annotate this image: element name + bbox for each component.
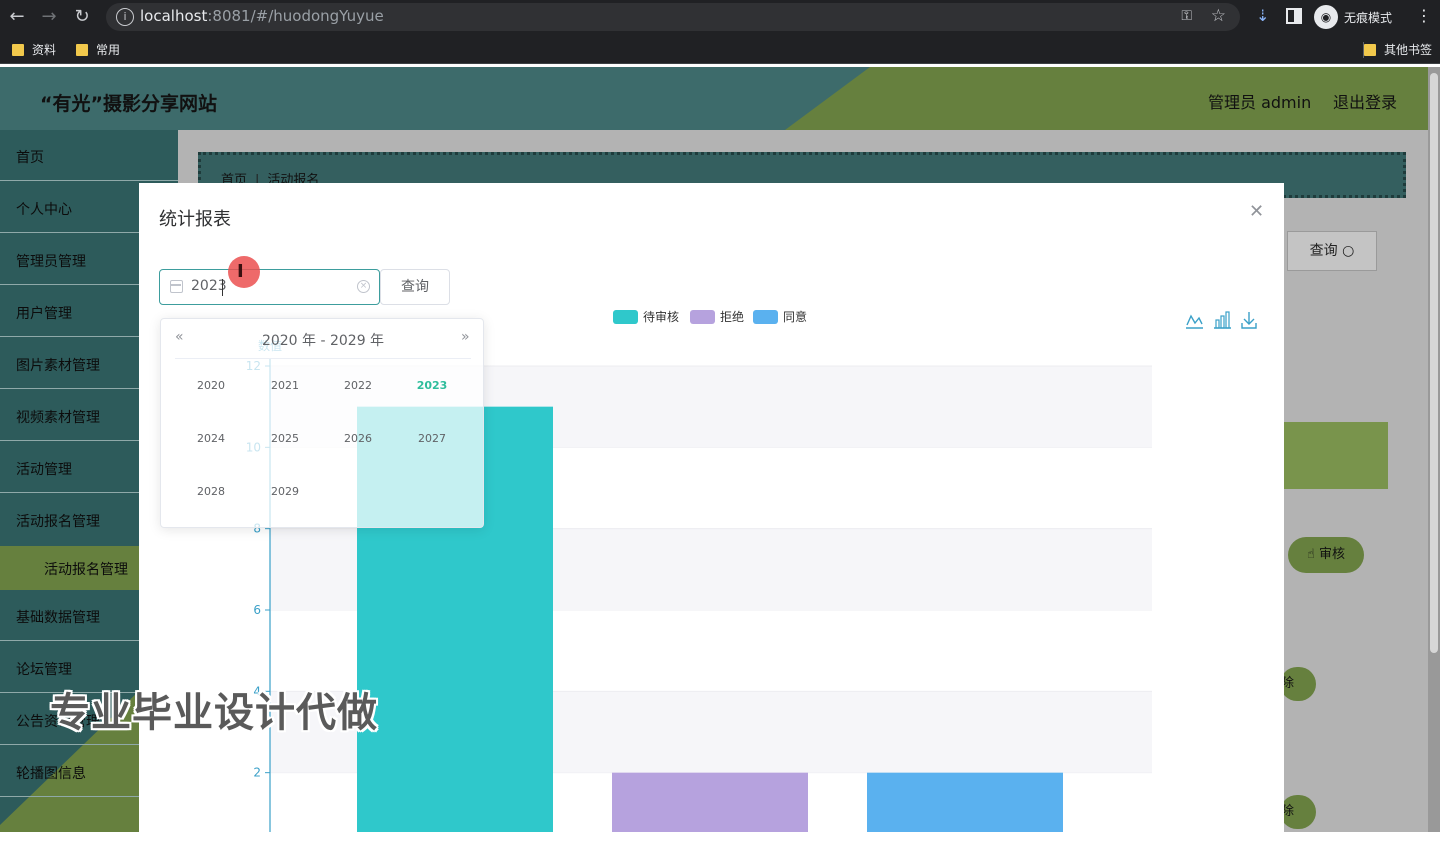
key-icon[interactable]: ⚿ [1181,8,1192,24]
year-cell[interactable]: 2024 [181,432,241,445]
forward-arrow-icon[interactable]: → [38,6,60,28]
year-cell[interactable]: 2026 [328,432,388,445]
delete-button[interactable]: 删除 [1280,667,1316,701]
incognito-label: 无痕模式 [1344,11,1393,25]
incognito-icon[interactable]: ◉ [1314,5,1338,29]
year-picker-input[interactable]: 2023 × [159,269,380,305]
text-cursor-icon: I [237,261,244,282]
calendar-icon [170,280,183,293]
next-decade-icon[interactable]: » [461,329,470,345]
url-text: localhost:8081/#/huodongYuyue [140,7,384,25]
current-user: 管理员 admin [1208,93,1312,112]
audit-button[interactable]: ☝ 审核 [1288,537,1364,573]
search-icon: ○ [1342,243,1355,259]
search-button[interactable]: 查询 [380,269,450,305]
folder-icon [76,44,88,56]
extension-download-icon[interactable]: ⇣ [1256,6,1269,25]
year-cell[interactable]: 2027 [402,432,462,445]
logout-link[interactable]: 退出登录 [1333,89,1397,113]
thumb-icon: ☝ [1306,547,1315,562]
back-arrow-icon[interactable]: ← [6,6,28,28]
sidebar-item-home[interactable]: 首页 [0,130,178,181]
close-icon[interactable]: ✕ [1249,201,1264,222]
year-cell[interactable]: 2029 [255,485,315,498]
browser-toolbar: ← → ↻ i localhost:8081/#/huodongYuyue ⚿ … [0,0,1440,34]
year-picker-panel: « 2020 年 - 2029 年 » 2020 2021 2022 2023 2024… [160,318,484,528]
dialog-title: 统计报表 [159,209,231,230]
year-cell[interactable]: 2028 [181,485,241,498]
other-bookmarks[interactable]: 其他书签 [1364,41,1432,58]
page-scrollbar[interactable] [1428,67,1440,832]
menu-icon[interactable]: ⋮ [1416,6,1432,25]
bookmarks-bar: 资料 常用 其他书签 [0,34,1440,64]
year-cell[interactable]: 2025 [255,432,315,445]
folder-icon [12,44,24,56]
decade-label: 2020 年 - 2029 年 [261,333,385,349]
clear-icon[interactable]: × [357,280,370,293]
side-panel-icon[interactable] [1286,8,1302,24]
info-icon[interactable]: i [116,8,134,26]
site-title: “有光”摄影分享网站 [40,93,217,115]
bookmark-folder[interactable]: 常用 [76,41,120,58]
reload-icon[interactable]: ↻ [71,6,93,28]
star-icon[interactable]: ☆ [1211,6,1226,26]
cursor-indicator [228,256,260,288]
watermark: 专业毕业设计代做 [50,690,378,736]
year-cell[interactable]: 2022 [328,379,388,392]
year-cell[interactable]: 2020 [181,379,241,392]
bookmark-folder[interactable]: 资料 [12,41,56,58]
address-bar[interactable]: i localhost:8081/#/huodongYuyue ⚿ ☆ [106,3,1240,31]
delete-button[interactable]: 删除 [1280,795,1316,829]
query-button[interactable]: 查询 ○ [1287,231,1377,271]
folder-icon [1364,44,1376,56]
year-cell[interactable]: 2021 [255,379,315,392]
year-cell[interactable]: 2023 [402,379,462,392]
app-header: “有光”摄影分享网站 管理员 admin 退出登录 [0,67,1440,130]
